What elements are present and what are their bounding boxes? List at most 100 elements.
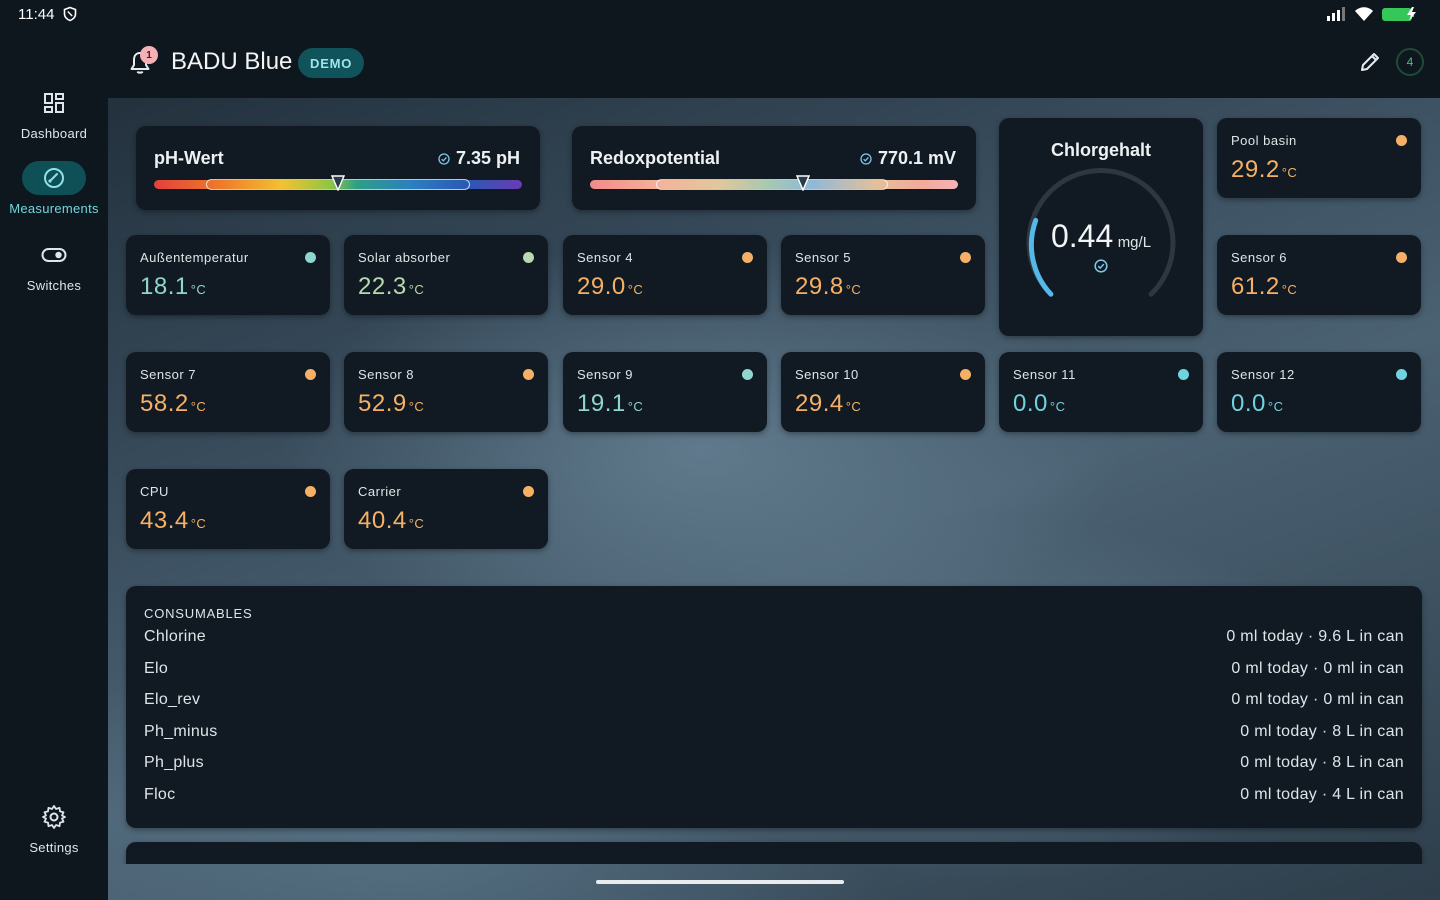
status-dot <box>960 369 971 380</box>
ph-label: pH-Wert <box>154 148 224 168</box>
consumable-name: Ph_plus <box>144 754 204 771</box>
sensor-name: Carrier <box>358 484 402 499</box>
consumable-detail: 0 ml today · 8 L in can <box>1240 754 1404 771</box>
nav-measurements-pill[interactable] <box>22 161 86 195</box>
consumable-name: Chlorine <box>144 628 206 645</box>
sensor-card-solar-absorber[interactable]: Solar absorber 22.3 °C <box>344 235 548 315</box>
consumable-name: Floc <box>144 786 176 803</box>
redox-value: 770.1 mV <box>877 148 956 168</box>
sensor-value: 29.8 °C <box>795 273 862 300</box>
sensor-value: 18.1 °C <box>140 273 207 300</box>
sensor-card-pool-basin[interactable]: Pool basin 29.2 °C <box>1217 118 1421 198</box>
consumable-detail: 0 ml today · 4 L in can <box>1240 786 1404 803</box>
sensor-name: Sensor 6 <box>1231 250 1288 265</box>
status-dot <box>1396 369 1407 380</box>
battery-icon <box>1382 7 1416 21</box>
sensor-card-sensor-12[interactable]: Sensor 12 0.0 °C <box>1217 352 1421 432</box>
status-dot <box>1396 252 1407 263</box>
nav-measurements-label: Measurements <box>9 201 99 216</box>
sensor-card-sensor-11[interactable]: Sensor 11 0.0 °C <box>999 352 1203 432</box>
sensor-card-sensor-9[interactable]: Sensor 9 19.1 °C <box>563 352 767 432</box>
nav-dashboard-label: Dashboard <box>20 126 88 141</box>
sensor-value: 52.9 °C <box>358 390 425 417</box>
chlorine-reading: 0.44 mg/L <box>999 218 1203 255</box>
sensor-name: Sensor 10 <box>795 367 859 382</box>
consumable-row: Ph_minus 0 ml today · 8 L in can <box>144 723 1404 747</box>
sensor-card-aussentemperatur[interactable]: Außentemperatur 18.1 °C <box>126 235 330 315</box>
gauge-icon <box>44 168 64 188</box>
status-dot <box>742 252 753 263</box>
redox-card[interactable]: Redoxpotential 770.1 mV <box>572 126 976 210</box>
redox-reading: 770.1 mV <box>860 148 956 169</box>
sensor-card-sensor-10[interactable]: Sensor 10 29.4 °C <box>781 352 985 432</box>
notification-count-badge: 1 <box>140 46 158 64</box>
sensor-card-sensor-6[interactable]: Sensor 6 61.2 °C <box>1217 235 1421 315</box>
status-dot <box>523 252 534 263</box>
sensor-card-sensor-7[interactable]: Sensor 7 58.2 °C <box>126 352 330 432</box>
sensor-name: Sensor 5 <box>795 250 852 265</box>
status-dot <box>305 486 316 497</box>
sensor-card-sensor-5[interactable]: Sensor 5 29.8 °C <box>781 235 985 315</box>
chlorine-title: Chlorgehalt <box>1050 140 1151 160</box>
consumable-row: Elo_rev 0 ml today · 0 ml in can <box>144 691 1404 715</box>
gear-icon <box>42 805 66 829</box>
sensor-value: 0.0 °C <box>1231 390 1284 417</box>
check-circle-icon <box>1094 259 1108 273</box>
redox-marker <box>796 175 811 191</box>
consumable-row: Ph_plus 0 ml today · 8 L in can <box>144 754 1404 778</box>
ph-value: 7.35 pH <box>455 148 520 168</box>
ph-reading: 7.35 pH <box>438 148 520 169</box>
sensor-name: Sensor 12 <box>1231 367 1295 382</box>
consumable-detail: 0 ml today · 8 L in can <box>1240 723 1404 740</box>
home-indicator[interactable] <box>596 880 844 884</box>
ph-range-bar <box>154 175 522 191</box>
nav-dashboard[interactable]: Dashboard <box>0 86 108 141</box>
sensor-value: 0.0 °C <box>1013 390 1066 417</box>
nav-measurements[interactable]: Measurements <box>0 161 108 216</box>
sensor-card-sensor-4[interactable]: Sensor 4 29.0 °C <box>563 235 767 315</box>
nav-switches-pill[interactable] <box>22 238 86 272</box>
sensor-name: Pool basin <box>1231 133 1297 148</box>
sensor-value: 29.2 °C <box>1231 156 1298 183</box>
sensor-card-carrier[interactable]: Carrier 40.4 °C <box>344 469 548 549</box>
nav-settings[interactable]: Settings <box>0 800 108 855</box>
chlorine-card[interactable]: Chlorgehalt 0.44 mg/L <box>999 118 1203 336</box>
pencil-icon <box>1361 53 1379 71</box>
edit-button[interactable] <box>1358 50 1382 79</box>
demo-badge: DEMO <box>298 48 365 78</box>
nav-settings-pill[interactable] <box>22 800 86 834</box>
consumable-detail: 0 ml today · 0 ml in can <box>1231 691 1404 708</box>
wifi-icon <box>1355 7 1373 21</box>
consumables-heading: CONSUMABLES <box>144 606 253 621</box>
toggle-icon <box>41 248 67 262</box>
sensor-name: Sensor 8 <box>358 367 415 382</box>
consumable-detail: 0 ml today · 9.6 L in can <box>1226 628 1404 645</box>
sensor-name: Sensor 11 <box>1013 367 1076 382</box>
consumable-detail: 0 ml today · 0 ml in can <box>1231 660 1404 677</box>
clock: 11:44 <box>18 5 55 23</box>
sensor-value: 61.2 °C <box>1231 273 1298 300</box>
sensor-value: 58.2 °C <box>140 390 207 417</box>
sensor-value: 40.4 °C <box>358 507 425 534</box>
redox-label: Redoxpotential <box>590 148 721 168</box>
ph-marker <box>331 175 345 191</box>
ph-card[interactable]: pH-Wert 7.35 pH <box>136 126 540 210</box>
status-dot <box>523 369 534 380</box>
status-dot <box>742 369 753 380</box>
sensor-value: 29.0 °C <box>577 273 644 300</box>
nav-switches[interactable]: Switches <box>0 238 108 293</box>
consumable-row: Elo 0 ml today · 0 ml in can <box>144 660 1404 684</box>
nav-dashboard-pill[interactable] <box>22 86 86 120</box>
sensor-card-cpu[interactable]: CPU 43.4 °C <box>126 469 330 549</box>
sensor-value: 43.4 °C <box>140 507 207 534</box>
sensor-card-sensor-8[interactable]: Sensor 8 52.9 °C <box>344 352 548 432</box>
chlorine-unit: mg/L <box>1117 234 1152 251</box>
status-dot <box>960 252 971 263</box>
nav-settings-label: Settings <box>29 840 79 855</box>
check-circle-icon <box>438 152 450 165</box>
device-counter[interactable]: 4 <box>1396 48 1424 76</box>
consumable-name: Elo <box>144 660 169 677</box>
sensor-name: Außentemperatur <box>140 250 249 265</box>
status-dot <box>1178 369 1189 380</box>
sensor-value: 29.4 °C <box>795 390 862 417</box>
